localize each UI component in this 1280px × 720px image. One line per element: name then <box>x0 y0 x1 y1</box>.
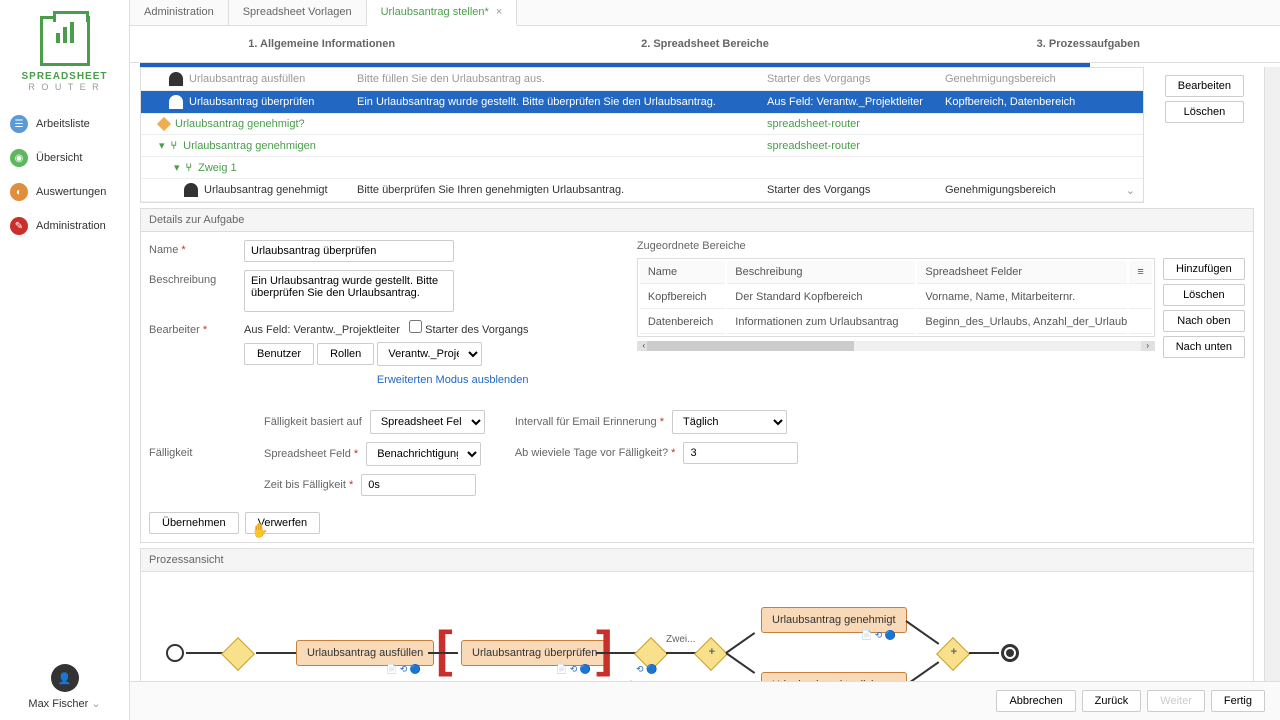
next-button[interactable]: Weiter <box>1147 690 1205 712</box>
tage-input[interactable] <box>683 442 798 464</box>
collapse-icon[interactable]: ▾ <box>159 139 165 152</box>
nav-arbeitsliste[interactable]: ☰Arbeitsliste <box>0 107 129 141</box>
bpmn-diagram[interactable]: Urlaubsantrag ausfüllen 📄 ⟲ 🔵 [ Urlaubsa… <box>141 572 1253 681</box>
adv-mode-link[interactable]: Erweiterten Modus ausblenden <box>377 374 529 386</box>
tab-administration[interactable]: Administration <box>130 0 229 25</box>
step-1[interactable]: 1. Allgemeine Informationen <box>130 34 513 54</box>
nav-administration[interactable]: ✎Administration <box>0 209 129 243</box>
intervall-label: Intervall für Email Erinnerung <box>515 416 664 428</box>
task-row[interactable]: Urlaubsantrag genehmigtBitte überprüfen … <box>141 179 1143 202</box>
areas-table: NameBeschreibungSpreadsheet Felder≡ Kopf… <box>637 258 1155 337</box>
desc-label: Beschreibung <box>149 270 234 286</box>
apply-button[interactable]: Übernehmen <box>149 512 239 534</box>
name-label: Name <box>149 240 234 256</box>
areas-header: Zugeordnete Bereiche <box>637 240 1245 252</box>
task-node[interactable]: Urlaubsantrag ausfüllen <box>296 640 434 666</box>
up-button[interactable]: Nach oben <box>1163 310 1245 332</box>
feld-label: Spreadsheet Feld <box>264 448 358 460</box>
end-event <box>1001 644 1019 662</box>
user-area[interactable]: 👤 Max Fischer ⌄ <box>0 654 129 720</box>
process-header: Prozessansicht <box>141 549 1253 572</box>
avatar-icon: 👤 <box>51 664 79 692</box>
zeit-input[interactable] <box>361 474 476 496</box>
person-icon <box>184 183 198 197</box>
diamond-icon <box>157 117 171 131</box>
parallel-gateway <box>694 637 728 671</box>
person-icon <box>169 95 183 109</box>
start-event <box>166 644 184 662</box>
nav-uebersicht[interactable]: ◉Übersicht <box>0 141 129 175</box>
person-icon <box>169 72 183 86</box>
task-row[interactable]: ▾⑂Urlaubsantrag genehmigenspreadsheet-ro… <box>141 135 1143 157</box>
basiert-select[interactable]: Spreadsheet Feld <box>370 410 485 434</box>
chevron-down-icon[interactable]: ⌄ <box>1126 184 1135 197</box>
admin-icon: ✎ <box>10 217 28 235</box>
logo: SPREADSHEET R O U T E R <box>0 8 129 107</box>
tab-urlaubsantrag[interactable]: Urlaubsantrag stellen* × <box>367 0 518 26</box>
tab-vorlagen[interactable]: Spreadsheet Vorlagen <box>229 0 367 25</box>
step-3[interactable]: 3. Prozessaufgaben <box>897 34 1280 54</box>
details-header: Details zur Aufgabe <box>141 209 1253 232</box>
v-scrollbar[interactable] <box>1264 67 1280 681</box>
sidebar: SPREADSHEET R O U T E R ☰Arbeitsliste ◉Ü… <box>0 0 130 720</box>
basiert-label: Fälligkeit basiert auf <box>264 416 362 428</box>
feld-select[interactable]: Benachrichtigung_bis <box>366 442 481 466</box>
rollen-button[interactable]: Rollen <box>317 343 374 365</box>
cancel-button[interactable]: Abbrechen <box>996 690 1075 712</box>
close-icon[interactable]: × <box>496 6 502 18</box>
faelligkeit-section: Fälligkeit <box>149 447 192 459</box>
table-row[interactable]: DatenbereichInformationen zum Urlaubsant… <box>640 311 1152 334</box>
back-button[interactable]: Zurück <box>1082 690 1142 712</box>
zeit-label: Zeit bis Fälligkeit <box>264 479 353 491</box>
verantw-select[interactable]: Verantw._Projektleiter <box>377 342 482 366</box>
nav-auswertungen[interactable]: ◐Auswertungen <box>0 175 129 209</box>
done-button[interactable]: Fertig <box>1211 690 1265 712</box>
desc-input[interactable]: Ein Urlaubsantrag wurde gestellt. Bitte … <box>244 270 454 312</box>
task-node[interactable]: Urlaubsplan aktualisieren <box>761 672 907 681</box>
parallel-gateway <box>936 637 970 671</box>
bearbeiter-label: Bearbeiter <box>149 320 234 336</box>
starter-checkbox[interactable] <box>409 320 422 333</box>
collapse-icon[interactable]: ▾ <box>174 161 180 174</box>
task-row[interactable]: Urlaubsantrag ausfüllenBitte füllen Sie … <box>141 68 1143 91</box>
delete-area-button[interactable]: Löschen <box>1163 284 1245 306</box>
h-scrollbar[interactable]: ‹› <box>637 341 1155 351</box>
step-2[interactable]: 2. Spreadsheet Bereiche <box>513 34 896 54</box>
benutzer-button[interactable]: Benutzer <box>244 343 314 365</box>
bearbeiten-button[interactable]: Bearbeiten <box>1165 75 1244 97</box>
task-node-selected[interactable]: Urlaubsantrag überprüfen <box>461 640 608 666</box>
add-button[interactable]: Hinzufügen <box>1163 258 1245 280</box>
branch-icon: ⑂ <box>171 140 178 152</box>
task-row[interactable]: ▾⑂Zweig 1 <box>141 157 1143 179</box>
name-input[interactable] <box>244 240 454 262</box>
task-row-selected[interactable]: Urlaubsantrag überprüfenEin Urlaubsantra… <box>141 91 1143 114</box>
process-panel: Prozessansicht Urlaubsantrag ausfüllen 📄… <box>140 548 1254 681</box>
gateway <box>221 637 255 671</box>
list-icon: ☰ <box>10 115 28 133</box>
intervall-select[interactable]: Täglich <box>672 410 787 434</box>
task-table: Urlaubsantrag ausfüllenBitte füllen Sie … <box>140 67 1144 203</box>
tab-bar: Administration Spreadsheet Vorlagen Urla… <box>130 0 1280 26</box>
task-row[interactable]: Urlaubsantrag genehmigt?spreadsheet-rout… <box>141 114 1143 135</box>
user-name: Max Fischer <box>28 698 88 710</box>
report-icon: ◐ <box>10 183 28 201</box>
wizard-steps: 1. Allgemeine Informationen 2. Spreadshe… <box>130 26 1280 63</box>
loeschen-button[interactable]: Löschen <box>1165 101 1244 123</box>
tage-label: Ab wieviele Tage vor Fälligkeit? <box>515 447 676 459</box>
cursor-icon: ✋ <box>251 522 268 544</box>
overview-icon: ◉ <box>10 149 28 167</box>
details-panel: Details zur Aufgabe Name Beschreibung Ein… <box>140 208 1254 543</box>
table-row[interactable]: KopfbereichDer Standard KopfbereichVorna… <box>640 286 1152 309</box>
down-button[interactable]: Nach unten <box>1163 336 1245 358</box>
footer: Abbrechen Zurück Weiter Fertig <box>130 681 1280 720</box>
branch-icon: ⑂ <box>186 162 193 174</box>
